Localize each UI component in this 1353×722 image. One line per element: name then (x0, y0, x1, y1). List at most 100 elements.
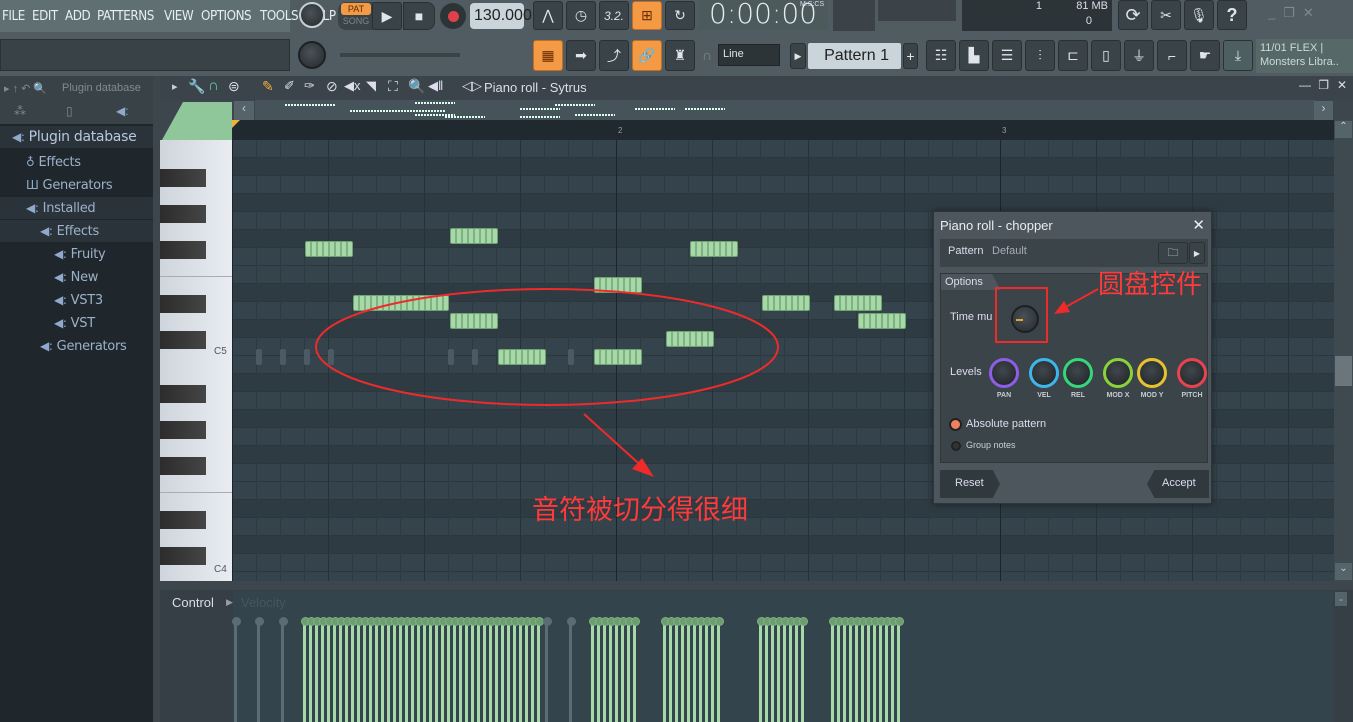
note[interactable] (305, 241, 353, 257)
velocity-area[interactable]: Velocity (232, 591, 1333, 722)
velocity-bar[interactable] (631, 617, 640, 722)
playlist-button[interactable]: ☷ (926, 40, 956, 71)
black-key[interactable] (160, 295, 206, 313)
level-knob-mod-x[interactable] (1103, 358, 1133, 388)
velocity-bar[interactable] (409, 617, 418, 722)
playback-icon[interactable]: ◀‖ (428, 78, 443, 94)
plugin-picker-button[interactable]: ⏚ (1124, 40, 1154, 71)
black-key[interactable] (160, 457, 206, 475)
scroll-up-button[interactable]: ⌃ (1335, 121, 1352, 138)
project-button[interactable]: ▯ (1091, 40, 1121, 71)
velocity-bar[interactable] (703, 617, 712, 722)
note[interactable] (690, 241, 738, 257)
velocity-bar[interactable] (691, 617, 700, 722)
velocity-bar[interactable] (769, 617, 778, 722)
velocity-bar[interactable] (661, 617, 670, 722)
velocity-bar[interactable] (385, 617, 394, 722)
velocity-bar[interactable] (613, 617, 622, 722)
level-knob-rel[interactable] (1063, 358, 1093, 388)
browser-search-label[interactable]: Plugin database (62, 82, 141, 94)
download-button[interactable]: ⤓ (1223, 40, 1253, 71)
pencil-icon[interactable]: ✎ (262, 78, 274, 95)
piano-keyboard[interactable]: C5 C4 (160, 140, 232, 581)
tree-item-fruity[interactable]: ◀: Fruity (54, 243, 106, 265)
playhead-marker[interactable] (232, 120, 240, 128)
scroll-right-button[interactable]: › (1314, 101, 1333, 120)
pattern-value[interactable]: Default (992, 245, 1027, 257)
black-key[interactable] (160, 169, 206, 187)
piano-roll-button[interactable]: ▙ (959, 40, 989, 71)
triangle-right-icon[interactable]: ▶ (226, 597, 233, 608)
velocity-bar[interactable] (481, 617, 490, 722)
tree-item-installed[interactable]: ◀: Installed (0, 197, 153, 219)
accept-button[interactable]: Accept (1147, 470, 1209, 498)
velocity-bar[interactable] (517, 617, 526, 722)
brush-icon[interactable]: ✐ (284, 78, 295, 94)
restore-icon[interactable]: ❐ (1318, 78, 1329, 92)
velocity-bar[interactable] (469, 617, 478, 722)
wrench-icon[interactable]: 🔧 (188, 78, 205, 95)
menu-patterns[interactable]: PATTERNS (97, 9, 154, 24)
group-notes-radio[interactable] (951, 441, 961, 451)
velocity-bar[interactable] (889, 617, 898, 722)
velocity-bar[interactable] (313, 617, 322, 722)
velocity-bar[interactable] (355, 617, 364, 722)
velocity-bar[interactable] (667, 617, 676, 722)
browser-button[interactable]: ⊏ (1058, 40, 1088, 71)
velocity-bar[interactable] (439, 617, 448, 722)
mute-tool-icon[interactable]: ⊘ (326, 78, 338, 95)
wait-input-button[interactable]: ◷ (566, 1, 596, 30)
master-pitch-knob[interactable] (298, 41, 326, 69)
velocity-bar[interactable] (331, 617, 340, 722)
open-pattern-button[interactable]: 🗀 (1158, 242, 1188, 264)
velocity-bar[interactable] (793, 617, 802, 722)
tree-item-installed-generators[interactable]: ◀: Generators (40, 335, 127, 357)
velocity-bar[interactable] (625, 617, 634, 722)
velocity-bar[interactable] (829, 617, 838, 722)
countdown-button[interactable]: 3.2. (599, 1, 629, 30)
velocity-bar[interactable] (421, 617, 430, 722)
velocity-bar[interactable] (349, 617, 358, 722)
close-icon[interactable]: ✕ (1337, 78, 1347, 92)
tree-item-plugin-database[interactable]: ◀: Plugin database (0, 126, 153, 148)
velocity-bar[interactable] (445, 617, 454, 722)
control-minus-button[interactable]: - (1335, 592, 1347, 606)
slide-button[interactable]: ⤴ (599, 40, 629, 71)
velocity-bar[interactable] (427, 617, 436, 722)
browser-nav-icons[interactable]: ▸ ↑ ↶ 🔍 (4, 82, 47, 95)
close-icon[interactable]: ✕ (1303, 5, 1314, 23)
plugin-icon[interactable]: ◀: (116, 104, 129, 118)
pattern-overview[interactable] (255, 100, 1315, 120)
velocity-bar[interactable] (373, 617, 382, 722)
velocity-bar[interactable] (781, 617, 790, 722)
velocity-bar[interactable] (877, 617, 886, 722)
velocity-bar[interactable] (232, 617, 241, 722)
minimize-icon[interactable]: — (1299, 78, 1311, 92)
menu-circle-icon[interactable]: ⊜ (228, 78, 240, 95)
velocity-bar[interactable] (415, 617, 424, 722)
velocity-bar[interactable] (319, 617, 328, 722)
black-key[interactable] (160, 547, 206, 565)
velocity-bar[interactable] (379, 617, 388, 722)
black-key[interactable] (160, 331, 206, 349)
velocity-bar[interactable] (853, 617, 862, 722)
restore-icon[interactable]: ❐ (1283, 5, 1295, 23)
scroll-left-button[interactable]: ‹ (234, 101, 254, 120)
velocity-bar[interactable] (757, 617, 766, 722)
reset-button[interactable]: Reset (940, 470, 1000, 498)
absolute-pattern-label[interactable]: Absolute pattern (966, 418, 1046, 430)
velocity-bar[interactable] (301, 617, 310, 722)
minimize-icon[interactable]: _ (1268, 5, 1275, 23)
step-edit-button[interactable]: ⊞ (632, 1, 662, 30)
close-icon[interactable]: ✕ (1192, 216, 1205, 234)
velocity-bar[interactable] (595, 617, 604, 722)
tree-item-effects[interactable]: ♁ Effects (26, 151, 81, 173)
velocity-bar[interactable] (775, 617, 784, 722)
tree-item-vst[interactable]: ◀: VST (54, 312, 95, 334)
velocity-bar[interactable] (895, 617, 904, 722)
velocity-bar[interactable] (841, 617, 850, 722)
velocity-bar[interactable] (865, 617, 874, 722)
pattern-menu-button[interactable]: ▶ (1189, 242, 1205, 264)
tempo-display[interactable]: 130.000 (470, 3, 532, 29)
level-knob-mod-y[interactable] (1137, 358, 1167, 388)
